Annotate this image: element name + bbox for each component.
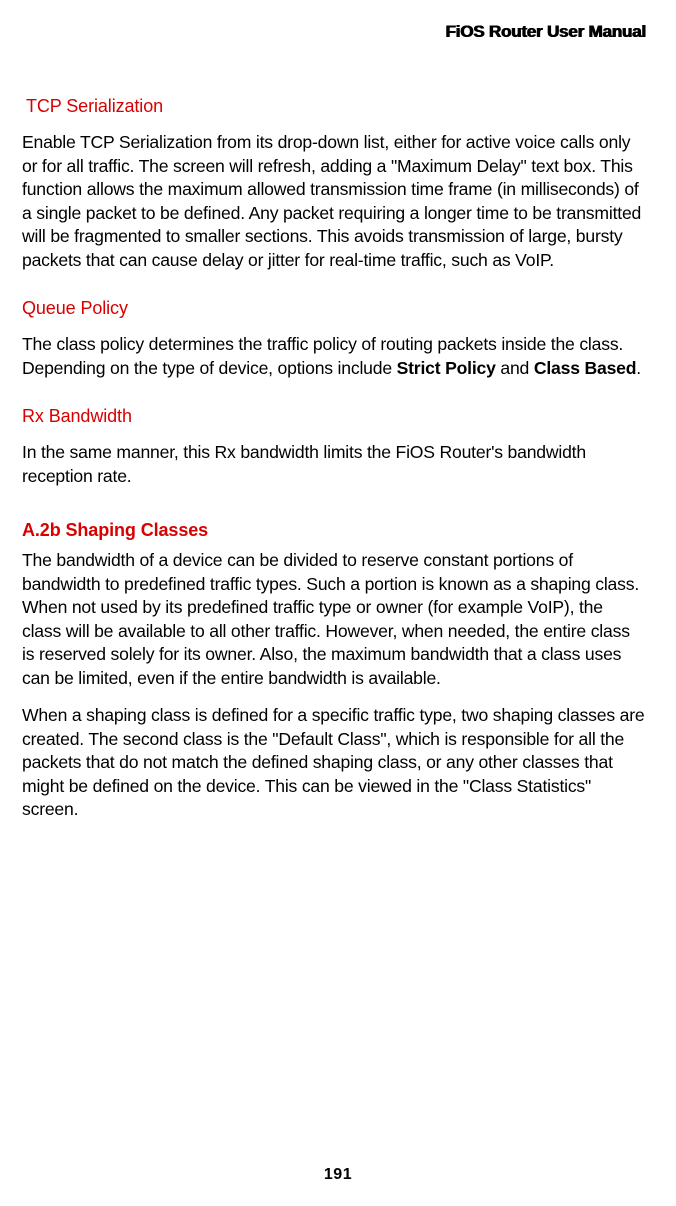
- document-title: FiOS Router User Manual: [446, 22, 646, 42]
- heading-rx-bandwidth: Rx Bandwidth: [22, 406, 646, 427]
- text-queue-suffix: .: [636, 358, 641, 378]
- heading-queue-policy: Queue Policy: [22, 298, 646, 319]
- paragraph-tcp-serialization: Enable TCP Serialization from its drop-d…: [22, 131, 646, 272]
- page-number: 191: [0, 1166, 676, 1184]
- paragraph-rx-bandwidth: In the same manner, this Rx bandwidth li…: [22, 441, 646, 488]
- heading-tcp-serialization: TCP Serialization: [26, 96, 646, 117]
- term-class-based: Class Based: [534, 358, 636, 378]
- paragraph-queue-policy: The class policy determines the traffic …: [22, 333, 646, 380]
- document-page: FiOS Router User Manual TCP Serializatio…: [0, 0, 676, 1206]
- heading-shaping-classes: A.2b Shaping Classes: [22, 520, 646, 541]
- paragraph-shaping-2: When a shaping class is defined for a sp…: [22, 704, 646, 822]
- page-content: TCP Serialization Enable TCP Serializati…: [22, 96, 646, 822]
- text-queue-sep: and: [496, 358, 534, 378]
- term-strict-policy: Strict Policy: [397, 358, 496, 378]
- paragraph-shaping-1: The bandwidth of a device can be divided…: [22, 549, 646, 690]
